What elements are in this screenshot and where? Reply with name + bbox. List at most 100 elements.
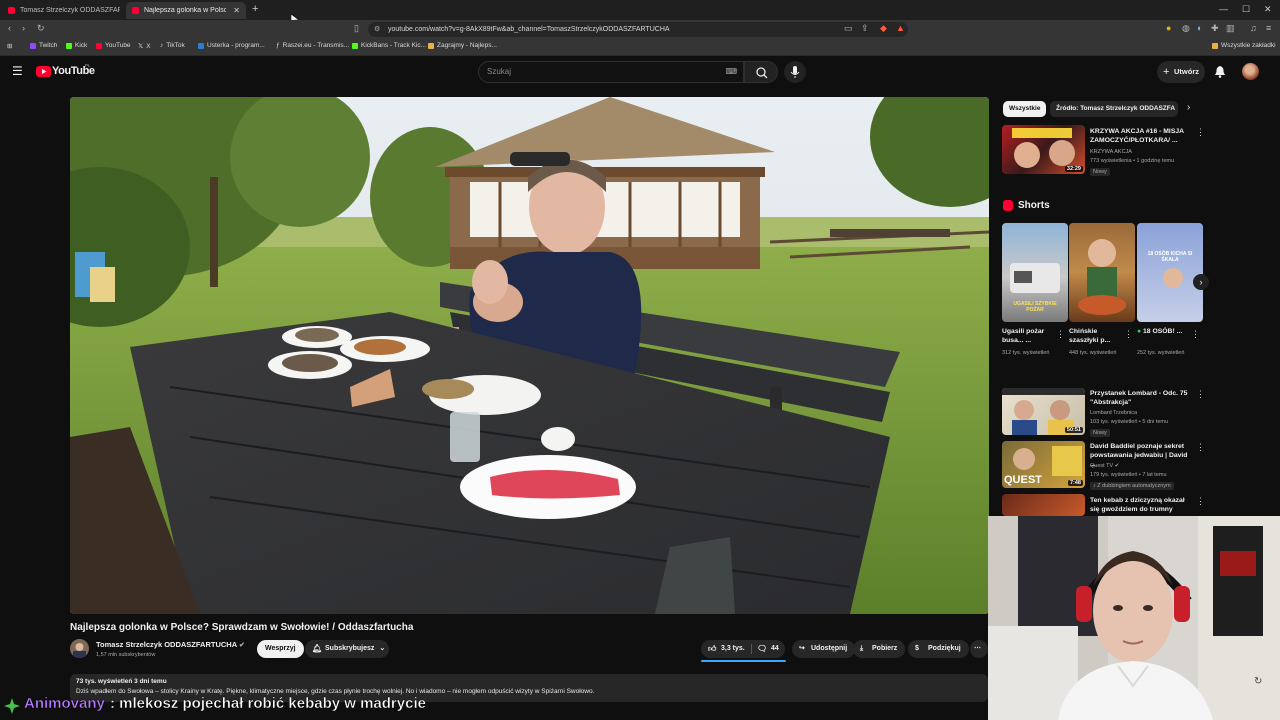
more-options-icon[interactable]: ⋮ xyxy=(1196,442,1205,453)
apps-icon[interactable]: ⊞ xyxy=(7,42,12,50)
stream-chat-overlay: Animovany : mlekosz pojechał robić kebab… xyxy=(0,694,988,718)
channel-name[interactable]: Tomasz Strzelczyk ODDASZFARTUCHA ✔ xyxy=(96,640,245,649)
channel-avatar[interactable] xyxy=(70,639,89,658)
media-icon[interactable]: ♫ xyxy=(1250,23,1257,33)
bookmark-youtube[interactable]: YouTube xyxy=(96,42,131,49)
search-input[interactable]: Szukaj ⌨ xyxy=(478,61,744,83)
video-channel[interactable]: Lombard Trzebnica xyxy=(1090,410,1137,418)
video-thumbnail[interactable]: 32:29 xyxy=(1002,125,1085,174)
extension-icon[interactable]: ◐ xyxy=(1197,23,1202,33)
comment-count: 44 xyxy=(771,645,779,652)
subscriber-count: 1,57 mln subskrybentów xyxy=(96,652,156,658)
address-bar[interactable]: ⚙ youtube.com/watch?v=g-8AkX89tFw&ab_cha… xyxy=(368,22,908,37)
bookmark-usterka[interactable]: Usterka - program... xyxy=(198,42,265,49)
forward-icon[interactable]: › xyxy=(22,23,25,33)
more-actions-icon[interactable]: ⋯ xyxy=(970,640,988,658)
browser-tab-active[interactable]: Najlepsza golonka w Polsce? ✕ xyxy=(126,2,246,19)
search-placeholder: Szukaj xyxy=(487,67,512,76)
keyboard-icon[interactable]: ⌨ xyxy=(725,62,737,82)
reload-icon[interactable]: ↻ xyxy=(37,23,45,34)
rewards-icon[interactable]: ▲ xyxy=(896,23,905,33)
user-avatar[interactable] xyxy=(1242,63,1259,80)
youtube-logo-icon[interactable] xyxy=(36,66,51,77)
url-text: youtube.com/watch?v=g-8AkX89tFw&ab_chann… xyxy=(388,26,670,33)
brave-shield-icon[interactable]: ◆ xyxy=(880,23,887,34)
like-count[interactable]: 3,3 tys. xyxy=(721,645,745,652)
like-dislike-group: 👍︎ 3,3 tys. 🗨︎ 44 xyxy=(701,640,785,658)
verified-icon: ✔ xyxy=(1114,463,1120,469)
support-button[interactable]: Wesprzyj xyxy=(257,640,304,658)
hamburger-menu-icon[interactable]: ☰ xyxy=(12,64,23,78)
short-thumbnail[interactable]: 18 OSÓB KICHA SI ŚKALA xyxy=(1137,223,1203,322)
share-page-icon[interactable]: ⇪ xyxy=(861,23,869,34)
video-title[interactable]: KRZYWA AKCJA #16 - MISJA ZAMOCZYĆ/PŁOTKA… xyxy=(1090,127,1190,145)
sidebar-icon[interactable]: ▥ xyxy=(1226,23,1235,34)
refresh-icon: ↻ xyxy=(1254,676,1263,687)
more-options-icon[interactable]: ⋮ xyxy=(1196,127,1205,138)
voice-search-button[interactable] xyxy=(784,61,806,83)
download-button[interactable]: ⤓ Pobierz xyxy=(853,640,906,658)
thanks-button[interactable]: $ Podziękuj xyxy=(908,640,969,658)
all-bookmarks[interactable]: Wszystkie zakładki xyxy=(1212,42,1276,49)
new-tab-icon[interactable]: + xyxy=(252,3,258,15)
chip-from-channel[interactable]: Źródło: Tomasz Strzelczyk ODDASZFA xyxy=(1050,101,1178,117)
folder-icon xyxy=(1212,42,1218,49)
video-title[interactable]: Przystanek Lombard - Odc. 75 "Abstrakcja… xyxy=(1090,389,1194,407)
dubbing-icon: ♪ xyxy=(1093,483,1096,489)
bookmark-zagrajmy[interactable]: Zagrajmy - Najleps... xyxy=(428,42,497,49)
video-channel[interactable]: Quest TV ✔ xyxy=(1090,463,1119,471)
bookmark-kick[interactable]: Kick xyxy=(66,42,87,49)
thanks-icon: $ xyxy=(915,645,919,652)
maximize-icon[interactable]: ☐ xyxy=(1242,4,1250,15)
short-title[interactable]: Chińskie szaszłyki p... xyxy=(1069,327,1123,345)
install-icon[interactable]: ▭ xyxy=(844,23,853,34)
search-icon xyxy=(756,67,768,79)
short-title[interactable]: Ugasili pożar busa... ... xyxy=(1002,327,1056,345)
extension-icon[interactable]: ● xyxy=(1166,23,1171,33)
create-button[interactable]: + Utwórz xyxy=(1157,61,1205,83)
bookmark-icon[interactable]: ▯ xyxy=(354,23,359,34)
video-thumbnail[interactable] xyxy=(1002,494,1085,516)
short-title[interactable]: ● 18 OSÓB! ... xyxy=(1137,327,1191,336)
minimize-icon[interactable]: — xyxy=(1219,4,1228,14)
video-thumbnail[interactable]: QUEST 7:48 xyxy=(1002,441,1085,488)
share-button[interactable]: ↪ Udostępnij xyxy=(792,640,856,658)
share-icon: ↪ xyxy=(799,645,805,652)
comment-icon[interactable]: 🗨︎ xyxy=(757,640,767,658)
browser-tab[interactable]: Tomasz Strzelczyk ODDASZFARTUCHA xyxy=(2,2,122,19)
green-dot-icon: ● xyxy=(1137,328,1142,335)
bookmark-raszei[interactable]: ƒ Raszei.eu - Transmis... xyxy=(276,42,349,49)
extension-icon[interactable]: ◍ xyxy=(1182,23,1190,34)
usterka-icon xyxy=(198,42,204,49)
bookmark-kickbans[interactable]: KickBans - Track Kic... xyxy=(352,42,426,49)
video-thumbnail[interactable]: 50:51 xyxy=(1002,388,1085,435)
more-options-icon[interactable]: ⋮ xyxy=(1196,389,1205,400)
short-thumbnail[interactable]: UGASILI SZYBKIE POŻAR xyxy=(1002,223,1068,322)
site-info-icon[interactable]: ⚙ xyxy=(374,22,380,37)
more-options-icon[interactable]: ⋮ xyxy=(1124,329,1133,340)
video-meta: 103 tys. wyświetleń • 5 dni temu xyxy=(1090,419,1169,425)
subscribed-button[interactable]: 🔔︎ Subskrybujesz ⌄ xyxy=(305,640,389,658)
bookmark-x[interactable]: 𝕏X xyxy=(138,42,151,51)
close-window-icon[interactable]: ✕ xyxy=(1264,4,1272,15)
more-options-icon[interactable]: ⋮ xyxy=(1056,329,1065,340)
chevron-right-icon[interactable]: › xyxy=(1187,102,1190,113)
video-title[interactable]: Ten kebab z dziczyzną okazał się gwoździ… xyxy=(1090,496,1194,514)
search-button[interactable] xyxy=(744,61,778,83)
video-player[interactable] xyxy=(70,97,989,614)
more-options-icon[interactable]: ⋮ xyxy=(1191,329,1200,340)
video-channel[interactable]: KRZYWA AKCJA xyxy=(1090,149,1132,157)
browser-tabstrip: Tomasz Strzelczyk ODDASZFARTUCHA Najleps… xyxy=(0,0,1280,26)
menu-icon[interactable]: ≡ xyxy=(1266,23,1271,33)
chip-all[interactable]: Wszystkie xyxy=(1003,101,1047,117)
short-thumbnail[interactable] xyxy=(1069,223,1135,322)
bookmark-tiktok[interactable]: ♪ TikTok xyxy=(160,42,185,49)
more-options-icon[interactable]: ⋮ xyxy=(1196,496,1205,507)
shorts-next-button[interactable]: › xyxy=(1193,274,1209,290)
bookmark-twitch[interactable]: Twitch xyxy=(30,42,57,49)
close-tab-icon[interactable]: ✕ xyxy=(233,6,240,15)
extensions-puzzle-icon[interactable]: ✚ xyxy=(1211,23,1219,34)
notifications-bell-icon[interactable] xyxy=(1214,65,1226,78)
thumbs-up-icon[interactable]: 👍︎ xyxy=(708,640,716,658)
back-icon[interactable]: ‹ xyxy=(8,23,11,33)
